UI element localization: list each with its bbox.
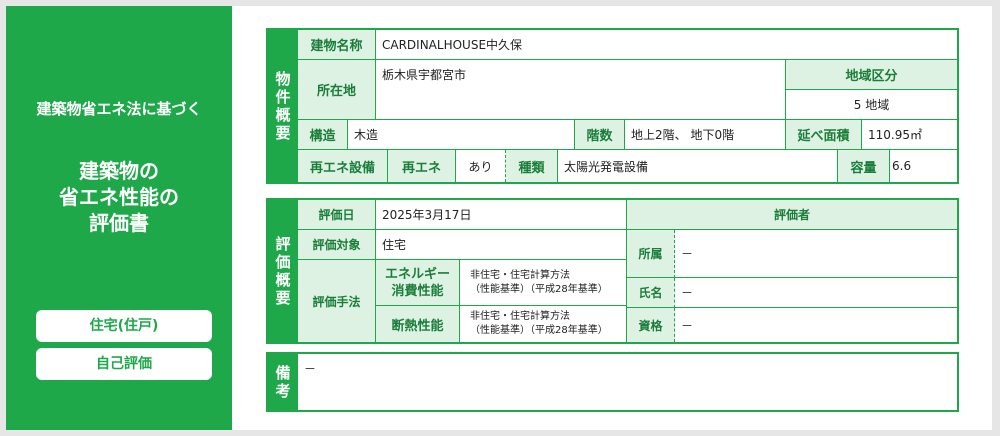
- qualification-label: 資格: [627, 308, 675, 342]
- renewable-value: あり: [456, 150, 506, 182]
- floor-area-value: 110.95㎡: [862, 120, 957, 150]
- region-label: 地域区分: [786, 60, 957, 90]
- building-name-label: 建物名称: [298, 30, 376, 60]
- evaluation-overview-header: 評 価 概 要: [268, 200, 298, 342]
- property-overview-grid: 建物名称 CARDINALHOUSE中久保 所在地 栃木県宇都宮市 地域区分 5…: [298, 30, 957, 182]
- energy-method-value: 非住宅・住宅計算方法 （性能基準）（平成28年基準）: [460, 260, 627, 306]
- property-overview-section: 物 件 概 要 建物名称 CARDINALHOUSE中久保 所在地 栃木県宇都宮…: [266, 28, 959, 184]
- renewable-label: 再エネ設備: [298, 150, 388, 182]
- region-value: 5 地域: [786, 90, 957, 120]
- insulation-method-value: 非住宅・住宅計算方法 （性能基準）（平成28年基準）: [460, 306, 627, 342]
- property-overview-header: 物 件 概 要: [268, 30, 298, 182]
- evaluator-label: 評価者: [627, 200, 957, 230]
- remarks-section: 備 考 －: [266, 352, 959, 412]
- housing-type-badge: 住宅(住戸): [36, 310, 212, 342]
- structure-label: 構造: [298, 120, 348, 150]
- title-line-1: 建築物の: [79, 159, 159, 183]
- capacity-value: 6.6: [892, 159, 912, 173]
- evaluation-target-label: 評価対象: [298, 230, 376, 260]
- building-name-value: CARDINALHOUSE中久保: [376, 30, 957, 60]
- remarks-header: 備 考: [268, 354, 298, 410]
- evaluation-target-value: 住宅: [376, 230, 627, 260]
- evaluation-method-label: 評価手法: [298, 260, 376, 342]
- affiliation-label: 所属: [627, 230, 675, 278]
- affiliation-value: －: [675, 230, 957, 278]
- title-line-2: 省エネ性能の: [59, 185, 179, 209]
- capacity-label: 容量: [838, 150, 890, 182]
- renewable-sub-label: 再エネ: [388, 150, 456, 182]
- address-label: 所在地: [298, 60, 376, 120]
- floors-value: 地上2階、 地下0階: [625, 120, 786, 150]
- floor-area-label: 延べ面積: [786, 120, 862, 150]
- address-value: 栃木県宇都宮市: [376, 60, 786, 120]
- energy-performance-label: エネルギー 消費性能: [376, 260, 460, 306]
- document-title: 建築物の 省エネ性能の 評価書: [6, 158, 232, 236]
- cover-panel: 建築物省エネ法に基づく 建築物の 省エネ性能の 評価書 住宅(住戸) 自己評価: [6, 6, 232, 430]
- remarks-value: －: [304, 362, 317, 376]
- evaluation-overview-grid: 評価日 2025年3月17日 評価対象 住宅 評価手法 エネルギー 消費性能 非…: [298, 200, 957, 342]
- law-caption: 建築物省エネ法に基づく: [36, 100, 202, 118]
- evaluation-date-label: 評価日: [298, 200, 376, 230]
- evaluation-overview-section: 評 価 概 要 評価日 2025年3月17日 評価対象 住宅 評価手法 エネルギ…: [266, 198, 959, 344]
- self-evaluation-badge: 自己評価: [36, 348, 212, 380]
- evaluation-sheet: 物 件 概 要 建物名称 CARDINALHOUSE中久保 所在地 栃木県宇都宮…: [232, 6, 992, 430]
- name-label: 氏名: [627, 278, 675, 308]
- insulation-label: 断熱性能: [376, 306, 460, 342]
- evaluation-date-value: 2025年3月17日: [376, 200, 627, 230]
- qualification-value: －: [681, 318, 694, 333]
- kind-label: 種類: [506, 150, 558, 182]
- structure-value: 木造: [348, 120, 575, 150]
- title-line-3: 評価書: [89, 211, 149, 235]
- kind-value: 太陽光発電設備: [558, 150, 838, 182]
- name-value: －: [675, 278, 957, 308]
- floors-label: 階数: [575, 120, 625, 150]
